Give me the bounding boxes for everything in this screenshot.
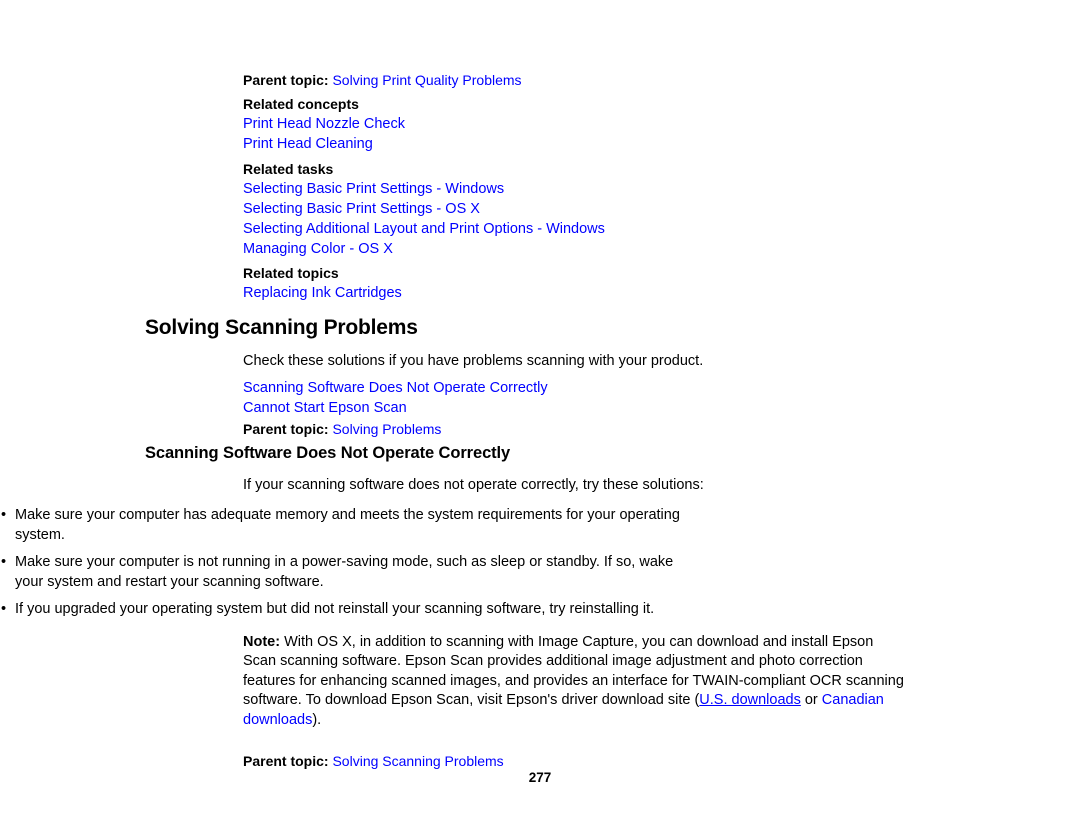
related-topics-block: Related topics Replacing Ink Cartridges [0,263,402,303]
related-tasks-heading: Related tasks [243,161,334,177]
section-intro-paragraph: Check these solutions if you have proble… [243,353,704,370]
related-topic-link[interactable]: Replacing Ink Cartridges [243,283,402,303]
parent-topic-line: Parent topic: Solving Print Quality Prob… [243,70,522,90]
parent-topic-link[interactable]: Solving Problems [332,421,441,437]
related-concepts-heading: Related concepts [243,96,359,112]
related-tasks-link-list: Selecting Basic Print Settings - Windows… [243,179,605,259]
bullet-icon: • [1,601,7,618]
related-task-link[interactable]: Selecting Additional Layout and Print Op… [243,219,605,239]
parent-topic-label: Parent topic: [243,753,329,770]
section-parent-topic-line: Parent topic: Solving Problems [243,419,703,439]
related-topics-link-list: Replacing Ink Cartridges [243,283,402,303]
section-scanning-software-does-not-operate-correctly: Scanning Software Does Not Operate Corre… [0,444,908,771]
subsection-parent-topic-line: Parent topic: Solving Scanning Problems [243,751,908,771]
list-item: • Make sure your computer is not running… [1,553,687,592]
related-concept-link[interactable]: Print Head Cleaning [243,134,405,154]
note-text-part-2: or [800,692,822,709]
section-subtopic-link[interactable]: Cannot Start Epson Scan [243,398,703,418]
section-title: Solving Scanning Problems [145,316,418,339]
solutions-bullet-list: • Make sure your computer has adequate m… [0,506,908,620]
parent-topic-link[interactable]: Solving Scanning Problems [332,753,503,769]
page-number: 277 [528,770,552,785]
parent-topic-link[interactable]: Solving Print Quality Problems [332,72,521,88]
list-item-text: Make sure your computer has adequate mem… [15,507,680,543]
section-subtopic-link[interactable]: Scanning Software Does Not Operate Corre… [243,378,703,398]
parent-topic-label: Parent topic: [243,420,329,437]
related-concept-link[interactable]: Print Head Nozzle Check [243,114,405,134]
list-item: • Make sure your computer has adequate m… [1,506,687,545]
subsection-title: Scanning Software Does Not Operate Corre… [145,444,511,462]
list-item-text: If you upgraded your operating system bu… [15,601,655,618]
us-downloads-link[interactable]: U.S. downloads [699,692,801,708]
related-concepts-link-list: Print Head Nozzle Check Print Head Clean… [243,114,405,154]
bullet-icon: • [1,507,7,524]
related-task-link[interactable]: Selecting Basic Print Settings - OS X [243,199,605,219]
note-label: Note: [243,633,281,650]
note-block: Note: With OS X, in addition to scanning… [243,633,908,731]
list-item: • If you upgraded your operating system … [1,600,687,620]
list-item-text: Make sure your computer is not running i… [15,554,674,590]
related-tasks-block: Related tasks Selecting Basic Print Sett… [0,159,605,259]
note-text-part-3: ). [312,711,322,728]
bullet-icon: • [1,554,7,571]
related-concepts-block: Related concepts Print Head Nozzle Check… [0,94,405,154]
related-task-link[interactable]: Managing Color - OS X [243,239,605,259]
top-parent-topic-block: Parent topic: Solving Print Quality Prob… [0,70,522,90]
parent-topic-label: Parent topic: [243,72,329,88]
document-page: Parent topic: Solving Print Quality Prob… [0,0,1080,834]
subsection-intro-paragraph: If your scanning software does not opera… [243,476,704,493]
section-link-list: Scanning Software Does Not Operate Corre… [243,378,703,418]
related-topics-heading: Related topics [243,265,339,281]
related-task-link[interactable]: Selecting Basic Print Settings - Windows [243,179,605,199]
section-solving-scanning-problems: Solving Scanning Problems Check these so… [0,315,703,439]
